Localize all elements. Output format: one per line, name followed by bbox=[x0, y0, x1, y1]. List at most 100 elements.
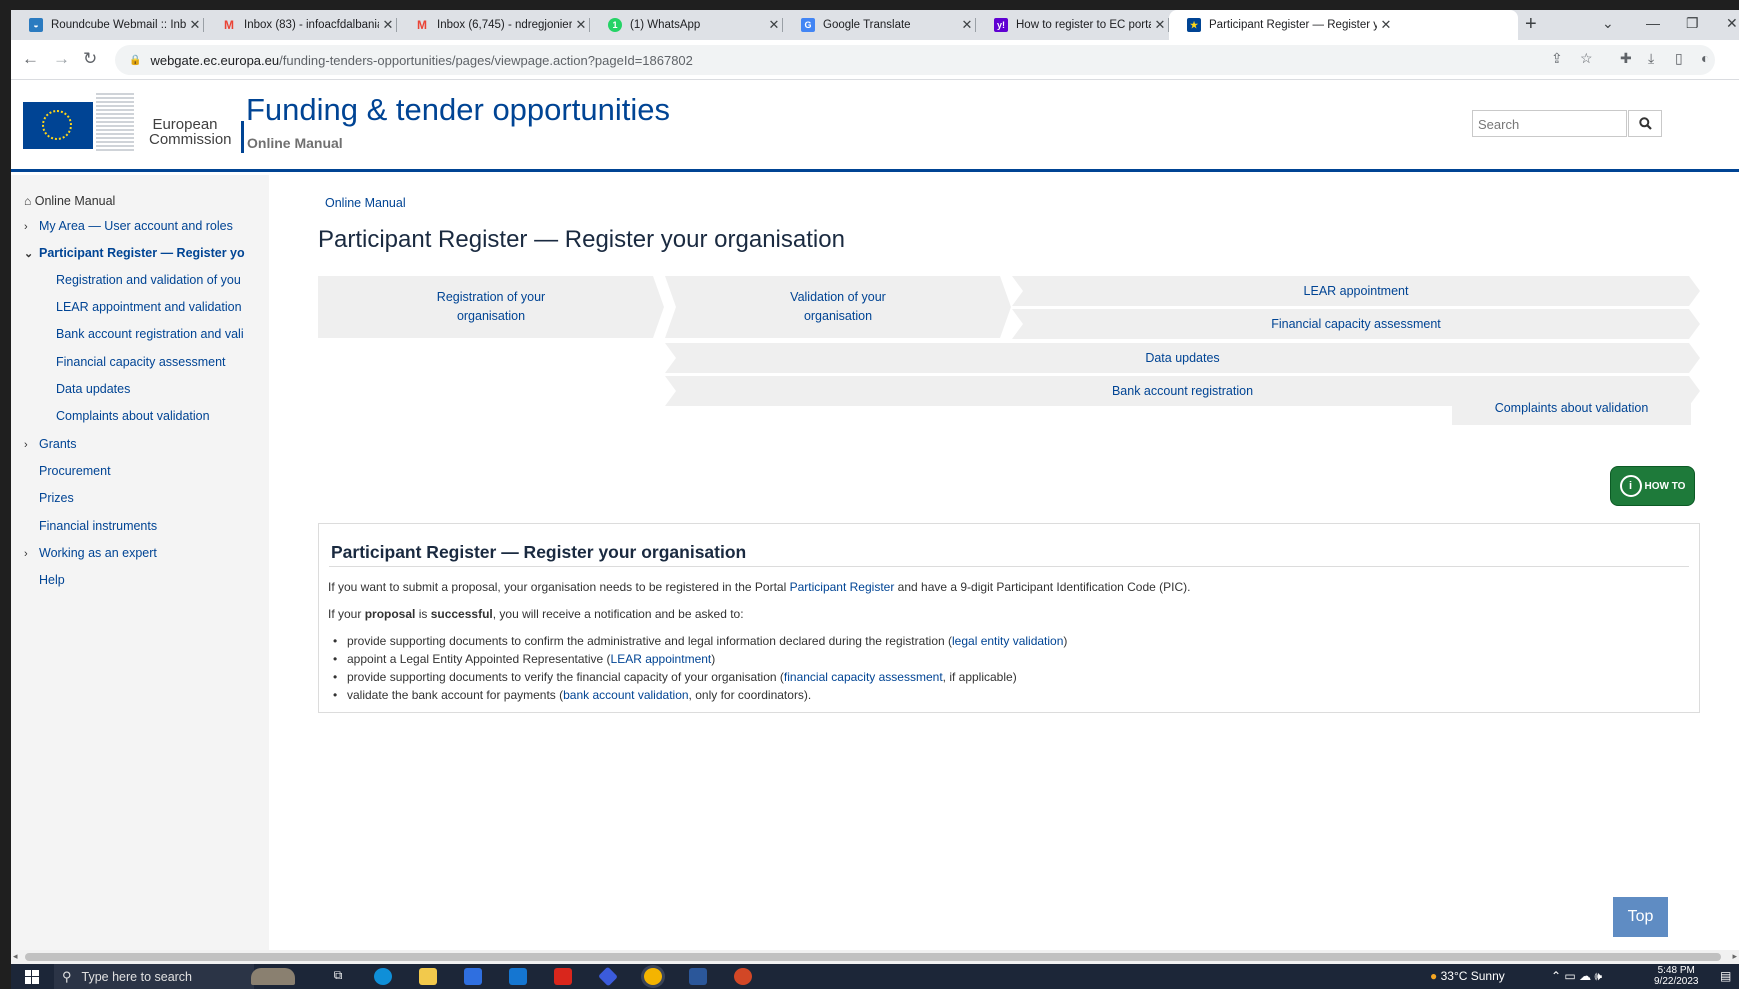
edge-icon[interactable] bbox=[374, 968, 392, 985]
translate-icon: G bbox=[801, 18, 815, 32]
close-tab-icon[interactable]: ✕ bbox=[186, 17, 204, 33]
participant-register-link[interactable]: Participant Register bbox=[790, 580, 895, 594]
bank-account-validation-link[interactable]: bank account validation bbox=[563, 688, 688, 702]
horizontal-scrollbar[interactable]: ◂ ▸ bbox=[11, 950, 1739, 964]
search-button[interactable] bbox=[1628, 110, 1662, 137]
sidebar-item-help[interactable]: Help bbox=[39, 573, 65, 587]
close-window-icon[interactable]: ✕ bbox=[1726, 15, 1738, 32]
scroll-left-icon[interactable]: ◂ bbox=[13, 951, 18, 962]
chevron-down-icon: ⌄ bbox=[24, 248, 34, 260]
restore-icon[interactable]: ❐ bbox=[1686, 15, 1699, 32]
system-tray-icons[interactable]: ⌃ ▭ ☁ 🕪 bbox=[1551, 969, 1602, 984]
sidebar-item-my-area[interactable]: › My Area — User account and roles bbox=[24, 219, 259, 233]
word-icon[interactable] bbox=[689, 968, 707, 985]
tab-gmail-2[interactable]: M Inbox (6,745) - ndregjonieranda ✕ bbox=[397, 10, 590, 40]
process-step-complaints[interactable]: Complaints about validation bbox=[1452, 390, 1691, 425]
forward-arrow-icon[interactable]: → bbox=[53, 49, 70, 69]
main-content: Online Manual Participant Register — Reg… bbox=[269, 175, 1739, 950]
tab-search-chevron-icon[interactable]: ⌄ bbox=[1602, 15, 1614, 32]
minimize-icon[interactable]: — bbox=[1646, 15, 1660, 31]
process-step-lear[interactable]: LEAR appointment bbox=[1012, 276, 1700, 306]
sidebar-item-data-updates[interactable]: Data updates bbox=[56, 382, 259, 396]
sidebar-nav: ⌂ Online Manual › My Area — User account … bbox=[11, 175, 269, 950]
tab-whatsapp[interactable]: 1 (1) WhatsApp ✕ bbox=[590, 10, 783, 40]
page-title: Participant Register — Register your org… bbox=[318, 226, 845, 253]
legal-entity-validation-link[interactable]: legal entity validation bbox=[952, 634, 1063, 648]
reload-icon[interactable]: ↻ bbox=[83, 49, 97, 69]
lear-appointment-link[interactable]: LEAR appointment bbox=[611, 652, 712, 666]
close-tab-icon[interactable]: ✕ bbox=[379, 17, 397, 33]
windows-start-icon[interactable] bbox=[25, 970, 39, 987]
tab-roundcube[interactable]: ◒ Roundcube Webmail :: Inbox ✕ bbox=[11, 10, 204, 40]
how-to-button[interactable]: i HOW TO bbox=[1610, 466, 1695, 506]
gmail-icon: M bbox=[224, 18, 234, 32]
roundcube-icon: ◒ bbox=[29, 18, 43, 32]
paragraph-1: If you want to submit a proposal, your o… bbox=[328, 580, 1191, 594]
sidebar-item-registration-validation[interactable]: Registration and validation of you bbox=[56, 273, 259, 287]
sidebar-item-complaints[interactable]: Complaints about validation bbox=[56, 409, 259, 423]
acrobat-icon[interactable] bbox=[554, 968, 572, 985]
chrome-icon[interactable] bbox=[644, 968, 662, 985]
process-step-financial[interactable]: Financial capacity assessment bbox=[1012, 309, 1700, 339]
browser-toolbar: ← → ↻ 🔒 webgate.ec.europa.eu /funding-te… bbox=[11, 40, 1739, 80]
paragraph-2: If your proposal is successful, you will… bbox=[328, 607, 744, 621]
breadcrumb[interactable]: Online Manual bbox=[325, 196, 406, 210]
info-panel: Participant Register — Register your org… bbox=[318, 523, 1700, 713]
process-step-data-updates[interactable]: Data updates bbox=[665, 343, 1700, 373]
sidebar-item-grants[interactable]: › Grants bbox=[24, 437, 77, 451]
close-tab-icon[interactable]: ✕ bbox=[1151, 17, 1169, 33]
clock-time: 5:48 PM bbox=[1657, 965, 1695, 976]
rhino-widget-icon[interactable] bbox=[251, 968, 295, 985]
mail-icon[interactable] bbox=[509, 968, 527, 985]
side-panel-icon[interactable]: ▯ bbox=[1675, 50, 1683, 67]
sidebar-item-participant-register[interactable]: ⌄ Participant Register — Register yo bbox=[24, 246, 259, 260]
profile-icon[interactable]: ◐ bbox=[1701, 50, 1709, 66]
sidebar-item-prizes[interactable]: Prizes bbox=[39, 491, 74, 505]
speaker-icon: 🕪 bbox=[1594, 969, 1602, 983]
app-diamond-icon[interactable] bbox=[598, 966, 618, 987]
share-icon[interactable]: ⇪ bbox=[1551, 50, 1563, 67]
process-step-registration[interactable]: Registration of your organisation bbox=[318, 276, 664, 338]
list-item: provide supporting documents to verify t… bbox=[333, 670, 1017, 684]
financial-capacity-link[interactable]: financial capacity assessment bbox=[784, 670, 943, 684]
sidebar-item-lear-appointment[interactable]: LEAR appointment and validation bbox=[56, 300, 259, 314]
sidebar-item-working-as-expert[interactable]: › Working as an expert bbox=[24, 546, 157, 560]
chevron-right-icon: › bbox=[24, 439, 28, 451]
weather-widget[interactable]: ● 33°C Sunny bbox=[1430, 969, 1505, 983]
sidebar-item-online-manual[interactable]: ⌂ Online Manual bbox=[24, 194, 115, 208]
back-arrow-icon[interactable]: ← bbox=[22, 49, 39, 69]
tab-yahoo[interactable]: y! How to register to EC portal - Ya ✕ bbox=[976, 10, 1169, 40]
taskbar-search[interactable]: ⚲ Type here to search bbox=[54, 964, 254, 989]
windows-logo-icon bbox=[25, 970, 39, 984]
process-step-validation[interactable]: Validation of your organisation bbox=[665, 276, 1011, 338]
close-tab-icon[interactable]: ✕ bbox=[765, 17, 783, 33]
tab-participant-register[interactable]: ★ Participant Register — Register y ✕ bbox=[1169, 10, 1518, 40]
home-icon: ⌂ bbox=[24, 194, 32, 208]
address-bar[interactable]: 🔒 webgate.ec.europa.eu /funding-tenders-… bbox=[115, 45, 1715, 75]
task-view-icon[interactable]: ⧉ bbox=[329, 968, 347, 985]
close-tab-icon[interactable]: ✕ bbox=[1377, 17, 1395, 33]
close-tab-icon[interactable]: ✕ bbox=[572, 17, 590, 33]
download-icon[interactable]: ⤓ bbox=[1648, 50, 1654, 67]
store-icon[interactable] bbox=[464, 968, 482, 985]
tab-google-translate[interactable]: G Google Translate ✕ bbox=[783, 10, 976, 40]
scroll-right-icon[interactable]: ▸ bbox=[1732, 951, 1737, 962]
sidebar-item-financial-instruments[interactable]: Financial instruments bbox=[39, 519, 157, 533]
close-tab-icon[interactable]: ✕ bbox=[958, 17, 976, 33]
scrollbar-thumb[interactable] bbox=[25, 953, 1721, 961]
extensions-icon[interactable]: ✚ bbox=[1620, 50, 1632, 67]
notification-icon[interactable]: ▤ bbox=[1720, 969, 1731, 983]
bookmark-star-icon[interactable]: ☆ bbox=[1580, 50, 1593, 67]
european-commission-logo[interactable]: European Commission bbox=[23, 93, 244, 155]
new-tab-plus-icon[interactable]: + bbox=[1525, 13, 1537, 36]
powerpoint-icon[interactable] bbox=[734, 968, 752, 985]
back-to-top-button[interactable]: Top bbox=[1613, 897, 1668, 937]
taskbar-clock[interactable]: 5:48 PM 9/22/2023 bbox=[1654, 965, 1699, 987]
process-step-validation-label: Validation of your organisation bbox=[790, 290, 886, 323]
tab-gmail-1[interactable]: M Inbox (83) - infoacfdalbania@gm ✕ bbox=[204, 10, 397, 40]
sidebar-item-bank-account[interactable]: Bank account registration and vali bbox=[56, 327, 259, 341]
search-input[interactable]: Search bbox=[1472, 110, 1627, 137]
sidebar-item-financial-capacity[interactable]: Financial capacity assessment bbox=[56, 355, 259, 369]
file-explorer-icon[interactable] bbox=[419, 968, 437, 985]
sidebar-item-procurement[interactable]: Procurement bbox=[39, 464, 111, 478]
